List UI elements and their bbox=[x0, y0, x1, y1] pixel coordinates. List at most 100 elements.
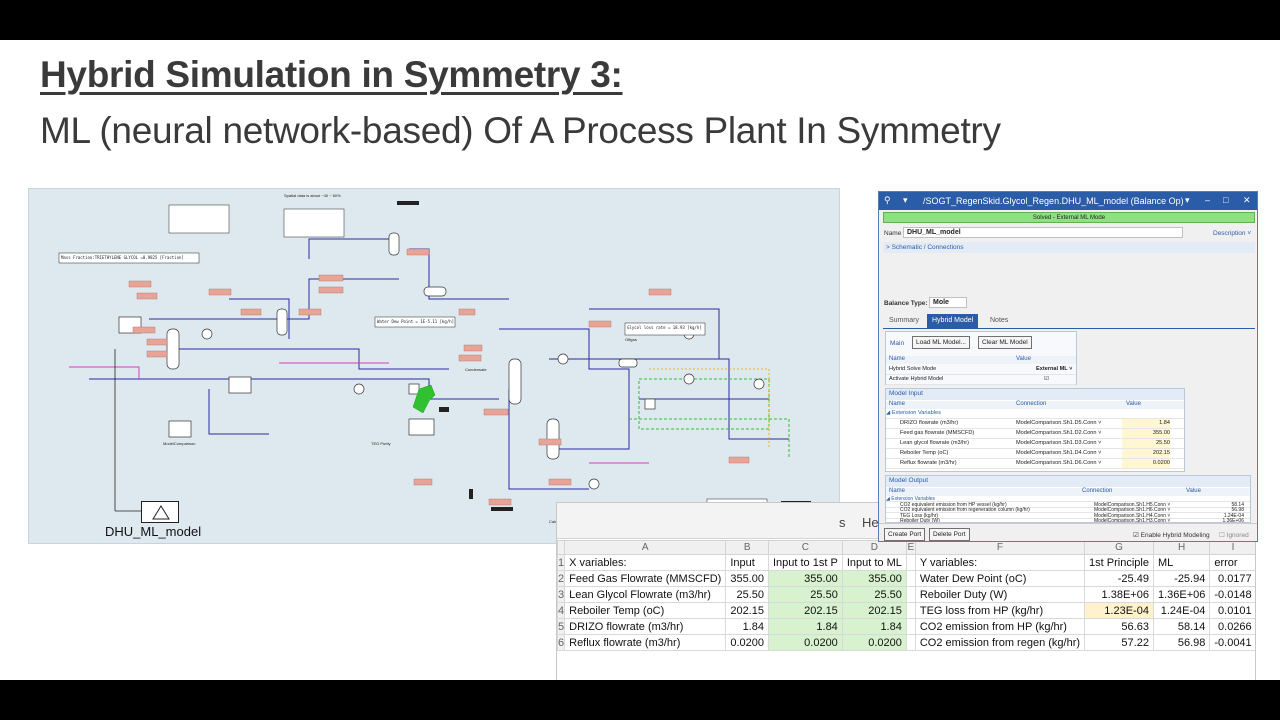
tab-hybrid-model[interactable]: Hybrid Model bbox=[927, 314, 979, 328]
col-letter[interactable]: H bbox=[1152, 540, 1211, 555]
dhu-ml-model-block[interactable] bbox=[141, 501, 179, 523]
cell[interactable]: 25.50 bbox=[841, 586, 907, 603]
minimize-icon[interactable]: – bbox=[1205, 195, 1210, 205]
cell[interactable]: 0.0200 bbox=[841, 634, 907, 651]
cell[interactable]: 355.00 bbox=[767, 570, 843, 587]
col-letter[interactable]: A bbox=[564, 540, 727, 555]
row-number[interactable]: 6 bbox=[557, 634, 566, 651]
cell[interactable]: TEG loss from HP (kg/hr) bbox=[914, 602, 1086, 619]
ignored-checkbox[interactable]: ☐ Ignored bbox=[1219, 531, 1249, 539]
cell[interactable]: 202.15 bbox=[841, 602, 907, 619]
cell[interactable]: Y variables: bbox=[914, 554, 1086, 571]
row-number[interactable]: 3 bbox=[557, 586, 566, 603]
excel-tab[interactable]: s bbox=[839, 515, 846, 530]
col-letter[interactable]: F bbox=[914, 540, 1086, 555]
row-number[interactable]: 5 bbox=[557, 618, 566, 635]
cell[interactable]: CO2 emission from regen (kg/hr) bbox=[914, 634, 1086, 651]
cell[interactable]: 25.50 bbox=[725, 586, 769, 603]
cell[interactable]: 58.14 bbox=[1152, 618, 1211, 635]
tab-summary[interactable]: Summary bbox=[884, 314, 924, 328]
cell[interactable]: 1.84 bbox=[725, 618, 769, 635]
input-group[interactable]: ◢ Extension Variables bbox=[886, 409, 1184, 419]
cell[interactable]: X variables: bbox=[564, 554, 727, 571]
cell[interactable] bbox=[905, 570, 916, 587]
cell[interactable] bbox=[905, 618, 916, 635]
load-ml-model-button[interactable]: Load ML Model... bbox=[912, 336, 970, 349]
cell[interactable]: Input to ML bbox=[841, 554, 907, 571]
cell[interactable]: Water Dew Point (oC) bbox=[914, 570, 1086, 587]
cell[interactable]: error bbox=[1209, 554, 1255, 571]
col-letter[interactable]: E bbox=[905, 540, 916, 555]
cell[interactable]: 1.23E-04 bbox=[1084, 602, 1154, 619]
cell[interactable]: Feed Gas Flowrate (MMSCFD) bbox=[564, 570, 727, 587]
description-link[interactable]: Description ˅ bbox=[1213, 230, 1251, 237]
enable-hybrid-checkbox[interactable]: ☑ Enable Hybrid Modeling bbox=[1133, 531, 1210, 539]
cell[interactable]: 1.36E+06 bbox=[1152, 586, 1211, 603]
cell[interactable]: 0.0200 bbox=[725, 634, 769, 651]
cell[interactable]: 355.00 bbox=[725, 570, 769, 587]
cell[interactable]: CO2 emission from HP (kg/hr) bbox=[914, 618, 1086, 635]
col-letter[interactable]: B bbox=[725, 540, 769, 555]
balance-type-select[interactable]: Mole bbox=[929, 297, 967, 308]
input-connection[interactable]: ModelComparison.Sh1.D2.Conn ˅ bbox=[1016, 429, 1101, 438]
input-value[interactable]: 202.15 bbox=[1122, 449, 1170, 458]
col-letter[interactable]: I bbox=[1209, 540, 1255, 555]
cell[interactable] bbox=[905, 634, 916, 651]
input-connection[interactable]: ModelComparison.Sh1.D6.Conn ˅ bbox=[1016, 459, 1101, 468]
maximize-icon[interactable]: □ bbox=[1223, 195, 1228, 205]
input-value[interactable]: 25.50 bbox=[1122, 439, 1170, 448]
cell[interactable]: 1.38E+06 bbox=[1084, 586, 1154, 603]
input-value[interactable]: 1.84 bbox=[1122, 419, 1170, 428]
cell[interactable] bbox=[905, 602, 916, 619]
input-value[interactable]: 355.00 bbox=[1122, 429, 1170, 438]
close-icon[interactable]: ✕ bbox=[1243, 195, 1251, 206]
cell[interactable]: Reflux flowrate (m3/hr) bbox=[564, 634, 727, 651]
cell[interactable]: Reboiler Duty (W) bbox=[914, 586, 1086, 603]
input-value[interactable]: 0.0200 bbox=[1122, 459, 1170, 468]
cell[interactable]: 56.98 bbox=[1152, 634, 1211, 651]
cell[interactable]: 57.22 bbox=[1084, 634, 1154, 651]
cell[interactable]: 0.0177 bbox=[1209, 570, 1255, 587]
cell[interactable]: 1.24E-04 bbox=[1152, 602, 1211, 619]
cell[interactable]: 355.00 bbox=[841, 570, 907, 587]
cell[interactable]: 56.63 bbox=[1084, 618, 1154, 635]
delete-port-button[interactable]: Delete Port bbox=[929, 528, 970, 541]
cell[interactable]: -25.49 bbox=[1084, 570, 1154, 587]
cell[interactable]: ML bbox=[1152, 554, 1211, 571]
cell[interactable]: 0.0266 bbox=[1209, 618, 1255, 635]
cell[interactable]: 202.15 bbox=[767, 602, 843, 619]
schematic-section[interactable]: > Schematic / Connections bbox=[883, 242, 1255, 253]
input-connection[interactable]: ModelComparison.Sh1.D4.Conn ˅ bbox=[1016, 449, 1101, 458]
pin-icon[interactable]: ⚲ bbox=[884, 195, 891, 206]
cell[interactable]: Lean Glycol Flowrate (m3/hr) bbox=[564, 586, 727, 603]
row-number[interactable]: 4 bbox=[557, 602, 566, 619]
cell[interactable]: Input to 1st P bbox=[767, 554, 843, 571]
cell[interactable]: 1.84 bbox=[767, 618, 843, 635]
col-letter[interactable]: C bbox=[767, 540, 843, 555]
create-port-button[interactable]: Create Port bbox=[884, 528, 926, 541]
cell[interactable]: -0.0148 bbox=[1209, 586, 1255, 603]
input-connection[interactable]: ModelComparison.Sh1.D5.Conn ˅ bbox=[1016, 419, 1101, 428]
tab-notes[interactable]: Notes bbox=[985, 314, 1013, 328]
cell[interactable] bbox=[905, 586, 916, 603]
chevron-down-icon[interactable]: ▾ bbox=[1185, 195, 1190, 206]
row-number[interactable]: 1 bbox=[557, 554, 566, 571]
cell[interactable]: 202.15 bbox=[725, 602, 769, 619]
cell[interactable]: 0.0101 bbox=[1209, 602, 1255, 619]
cell[interactable]: -25.94 bbox=[1152, 570, 1211, 587]
cell[interactable]: 1.84 bbox=[841, 618, 907, 635]
cell[interactable]: DRIZO flowrate (m3/hr) bbox=[564, 618, 727, 635]
input-connection[interactable]: ModelComparison.Sh1.D3.Conn ˅ bbox=[1016, 439, 1101, 448]
cell[interactable]: Input bbox=[725, 554, 769, 571]
col-letter[interactable] bbox=[557, 540, 566, 555]
row-number[interactable]: 2 bbox=[557, 570, 566, 587]
cell[interactable] bbox=[905, 554, 916, 571]
clear-ml-model-button[interactable]: Clear ML Model bbox=[978, 336, 1032, 349]
cell[interactable]: -0.0041 bbox=[1209, 634, 1255, 651]
col-letter[interactable]: G bbox=[1084, 540, 1154, 555]
chevron-down-icon[interactable]: ▾ bbox=[903, 195, 908, 206]
name-field[interactable]: DHU_ML_model bbox=[903, 227, 1183, 238]
col-letter[interactable]: D bbox=[841, 540, 907, 555]
cell[interactable]: 0.0200 bbox=[767, 634, 843, 651]
setting-value[interactable]: External ML ˅ bbox=[1036, 365, 1072, 374]
